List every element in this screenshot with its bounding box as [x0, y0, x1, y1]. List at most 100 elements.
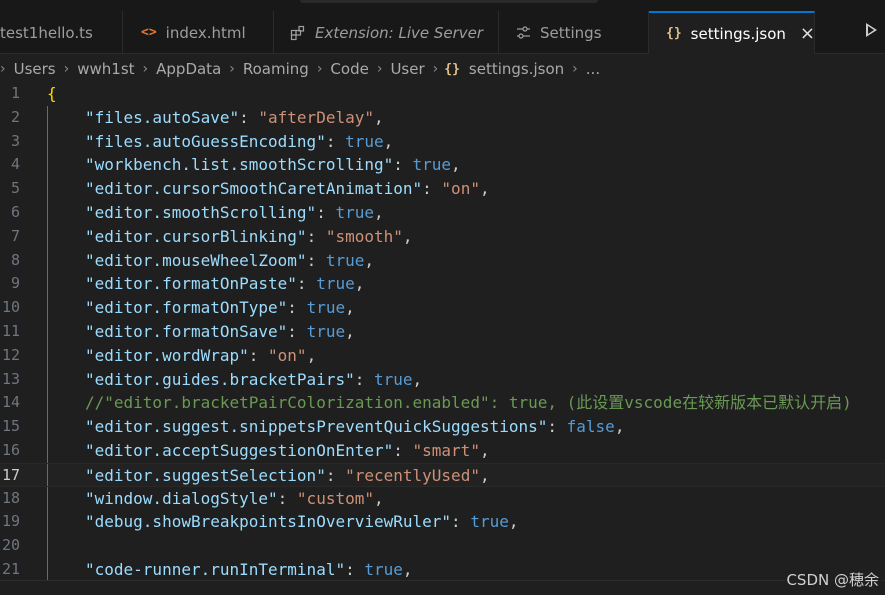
breadcrumb-item-code[interactable]: Code — [328, 60, 370, 78]
code-line[interactable]: 6 "editor.smoothScrolling": true, — [0, 200, 885, 225]
breadcrumb-item-appdata[interactable]: AppData — [154, 60, 223, 78]
token-comment: //"editor.bracketPairColorization.enable… — [85, 393, 852, 413]
code-text: "files.autoGuessEncoding": true, — [85, 130, 393, 154]
code-text: "debug.showBreakpointsInOverviewRuler": … — [85, 510, 518, 534]
line-number: 5 — [10, 179, 20, 198]
chevron-right-icon: › — [316, 61, 323, 77]
line-number: 19 — [1, 512, 20, 531]
tab-extension-live-server[interactable]: Extension: Live Server — [274, 11, 499, 54]
line-number: 21 — [1, 559, 20, 578]
tab-label: Extension: Live Server — [315, 23, 484, 42]
token-punct: , — [508, 512, 519, 532]
tab-index-html[interactable]: <> index.html — [123, 11, 274, 54]
code-line[interactable]: 13 "editor.guides.bracketPairs": true, — [0, 367, 885, 392]
token-bool: true — [470, 512, 509, 532]
token-key: "editor.formatOnType" — [85, 298, 288, 318]
code-text: "editor.smoothScrolling": true, — [85, 201, 384, 225]
command-center-edge[interactable] — [300, 0, 598, 3]
token-key: "editor.guides.bracketPairs" — [85, 369, 355, 389]
code-line[interactable]: 21 "code-runner.runInTerminal": true, — [0, 557, 885, 580]
token-punct: : — [239, 107, 259, 127]
token-bool: true — [325, 250, 365, 270]
code-line[interactable]: 14 //"editor.bracketPairColorization.enab… — [0, 391, 885, 416]
code-line[interactable]: 5 "editor.cursorSmoothCaretAnimation": "o… — [0, 177, 885, 201]
code-line[interactable]: 19 "debug.showBreakpointsInOverviewRuler"… — [0, 510, 885, 535]
indent-guide — [47, 415, 48, 439]
token-brace: { — [47, 84, 57, 103]
chevron-right-icon: › — [432, 61, 439, 77]
code-line[interactable]: 3 "files.autoGuessEncoding": true, — [0, 129, 885, 154]
breadcrumb-item-wwh1st[interactable]: wwh1st — [75, 60, 136, 78]
breadcrumb-item-users[interactable]: Users — [12, 60, 58, 78]
settings-sliders-icon — [516, 26, 531, 39]
token-punct: : — [345, 559, 365, 579]
token-key: "workbench.list.smoothScrolling" — [85, 155, 394, 175]
tab-test1hello-ts[interactable]: test1hello.ts — [0, 11, 123, 54]
indent-guide — [47, 343, 48, 368]
indent-guide — [47, 319, 48, 344]
token-punct: , — [373, 488, 384, 508]
tab-settings[interactable]: Settings — [499, 11, 649, 54]
indent-guide — [47, 224, 48, 249]
run-icon[interactable] — [866, 23, 877, 37]
code-line[interactable]: 2 "files.autoSave": "afterDelay", — [0, 105, 885, 130]
breadcrumb-item-user[interactable]: User — [388, 60, 426, 78]
code-line[interactable]: 12 "editor.wordWrap": "on", — [0, 343, 885, 368]
token-punct: , — [345, 321, 355, 341]
code-text: "editor.acceptSuggestionOnEnter": "smart… — [85, 439, 490, 463]
code-line[interactable]: 8 "editor.mouseWheelZoom": true, — [0, 248, 885, 273]
code-line[interactable]: 10 "editor.formatOnType": true, — [0, 296, 885, 320]
code-line[interactable]: 16 "editor.acceptSuggestionOnEnter": "sma… — [0, 438, 885, 463]
line-number: 11 — [1, 321, 20, 340]
indent-guide — [47, 510, 48, 535]
token-punct: , — [373, 202, 384, 222]
token-punct: , — [345, 298, 355, 318]
token-bool: true — [335, 202, 374, 222]
code-line[interactable]: 18 "window.dialogStyle": "custom", — [0, 486, 885, 511]
code-line[interactable]: 1{ — [0, 82, 885, 106]
code-line[interactable]: 4 "workbench.list.smoothScrolling": true, — [0, 153, 885, 178]
line-number: 14 — [1, 393, 20, 412]
indent-guide — [47, 200, 48, 225]
breadcrumb-item-settings-json[interactable]: settings.json — [467, 60, 566, 78]
token-str: "recentlyUsed" — [345, 465, 480, 485]
code-line[interactable]: 9 "editor.formatOnPaste": true, — [0, 272, 885, 297]
close-icon[interactable]: × — [800, 24, 814, 43]
code-editor[interactable]: 1{2 "files.autoSave": "afterDelay", 3 "file… — [0, 82, 885, 580]
code-line[interactable]: 11 "editor.formatOnSave": true, — [0, 319, 885, 344]
code-text: "editor.wordWrap": "on", — [85, 344, 316, 368]
token-str: "smart" — [412, 440, 480, 460]
editor-tab-bar: test1hello.ts <> index.html Extension: L… — [0, 0, 885, 54]
token-str: "on" — [268, 345, 307, 365]
token-bool: true — [412, 155, 452, 175]
indent-guide — [47, 248, 48, 273]
chevron-right-icon: › — [63, 61, 70, 77]
code-text: "files.autoSave": "afterDelay", — [85, 106, 384, 130]
token-punct: : — [316, 202, 336, 222]
token-key: "editor.formatOnSave" — [85, 321, 288, 341]
code-line[interactable]: 20 — [0, 534, 885, 558]
code-line[interactable]: 17 "editor.suggestSelection": "recentlyUs… — [0, 462, 885, 487]
code-text: //"editor.bracketPairColorization.enable… — [85, 391, 852, 415]
line-number: 16 — [1, 440, 20, 459]
tab-settings-json[interactable]: {} settings.json × — [649, 11, 815, 54]
code-text: "editor.mouseWheelZoom": true, — [85, 249, 374, 273]
breadcrumb-item-roaming[interactable]: Roaming — [241, 60, 311, 78]
code-line[interactable]: 7 "editor.cursorBlinking": "smooth", — [0, 224, 885, 249]
breadcrumb-item-symbols[interactable]: ... — [584, 60, 602, 78]
token-punct: : — [393, 155, 413, 175]
token-key: "files.autoSave" — [85, 107, 240, 127]
token-bool: true — [373, 369, 413, 389]
line-number: 10 — [1, 298, 20, 317]
token-punct: : — [277, 488, 297, 508]
token-punct: : — [306, 226, 326, 246]
line-number: 9 — [10, 274, 20, 293]
code-line[interactable]: 15 "editor.suggest.snippetsPreventQuickSu… — [0, 415, 885, 439]
token-bool: false — [566, 417, 615, 437]
token-str: "smooth" — [325, 226, 403, 246]
indent-guide — [47, 557, 48, 580]
token-punct: : — [354, 369, 374, 389]
indent-guide — [47, 463, 48, 486]
token-punct: , — [373, 107, 384, 127]
token-bool: true — [364, 559, 403, 579]
